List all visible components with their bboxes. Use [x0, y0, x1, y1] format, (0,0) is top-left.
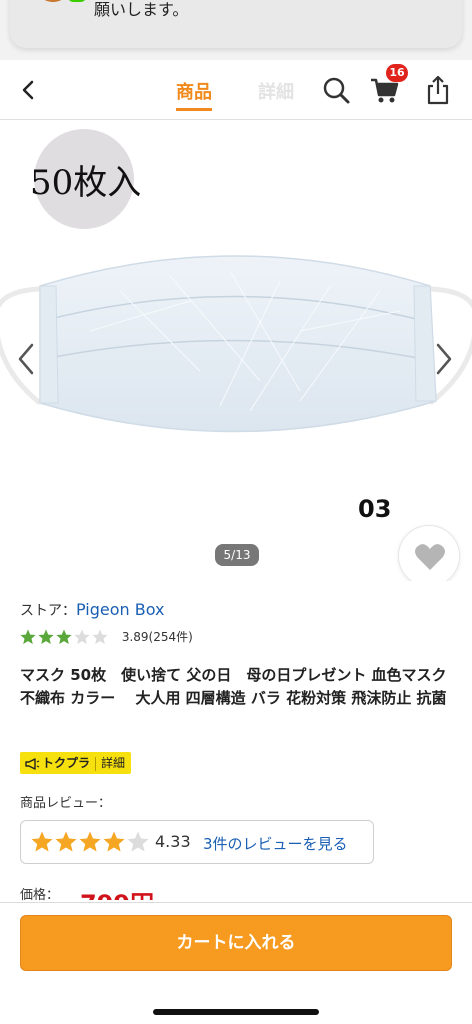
- mask-product-image: [0, 255, 472, 433]
- pack-count-label: 50枚入: [30, 163, 142, 203]
- product-info: ストア：Pigeon Box 3.89(254件) マスク 50枚 使い捨て 父…: [20, 600, 456, 903]
- price-value: 799円: [80, 892, 160, 900]
- review-link[interactable]: 3件のレビューを見る: [203, 833, 348, 854]
- store-line: ストア：Pigeon Box: [20, 600, 456, 620]
- price-value-clipped: 799円: [80, 890, 160, 900]
- line-notification-banner[interactable]: 私は、花柄と星のブルーと星のピンクを30づつお願いします。: [10, 0, 462, 48]
- share-icon[interactable]: [422, 74, 454, 106]
- variant-number: 03: [358, 495, 392, 523]
- next-image-chevron-icon[interactable]: [432, 339, 456, 379]
- tokupura-badge[interactable]: トクプラ 詳細: [20, 752, 132, 774]
- review-label: 商品レビュー：: [20, 796, 112, 811]
- favorite-button[interactable]: [398, 525, 460, 581]
- tokupura-label: トクプラ: [42, 756, 91, 770]
- product-title: マスク 50枚 使い捨て 父の日 母の日プレゼント 血色マスク 不織布 カラー …: [20, 666, 447, 707]
- review-summary-box[interactable]: 4.33 3件のレビューを見る: [20, 820, 374, 864]
- back-chevron-icon[interactable]: [14, 76, 42, 104]
- line-app-icon: [68, 0, 86, 2]
- rating-value: 3.89: [121, 629, 149, 644]
- heart-icon: [415, 544, 445, 570]
- product-header: 商品 詳細 16: [0, 60, 472, 120]
- prev-image-chevron-icon[interactable]: [14, 339, 38, 379]
- sender-avatar: [38, 0, 68, 2]
- store-rating[interactable]: 3.89(254件): [20, 628, 193, 646]
- tab-details[interactable]: 詳細: [258, 78, 294, 104]
- review-stars-icon: [31, 831, 149, 852]
- cart-count-badge: 16: [386, 64, 408, 82]
- tab-products[interactable]: 商品: [176, 78, 212, 111]
- notification-text: 私は、花柄と星のブルーと星のピンクを30づつお願いします。: [94, 0, 189, 19]
- rating-count: (254件): [148, 630, 193, 644]
- store-link[interactable]: Pigeon Box: [76, 600, 165, 619]
- product-image-carousel[interactable]: 50枚入 03 5/13: [0, 121, 472, 581]
- home-indicator[interactable]: [153, 1009, 319, 1015]
- price-label: 価格：: [20, 888, 60, 903]
- store-prefix: ストア：: [20, 603, 76, 619]
- image-pager: 5/13: [215, 544, 259, 566]
- tokupura-detail[interactable]: 詳細: [101, 756, 125, 770]
- megaphone-icon: [25, 757, 40, 770]
- search-icon[interactable]: [320, 74, 352, 106]
- review-score: 4.33: [155, 832, 191, 851]
- add-to-cart-button[interactable]: カートに入れる: [20, 915, 452, 971]
- rating-stars-icon: [20, 629, 108, 644]
- bottom-action-bar: カートに入れる: [0, 902, 472, 1024]
- notification-area: 私は、花柄と星のブルーと星のピンクを30づつお願いします。: [0, 0, 472, 60]
- tokupura-divider: [95, 756, 97, 771]
